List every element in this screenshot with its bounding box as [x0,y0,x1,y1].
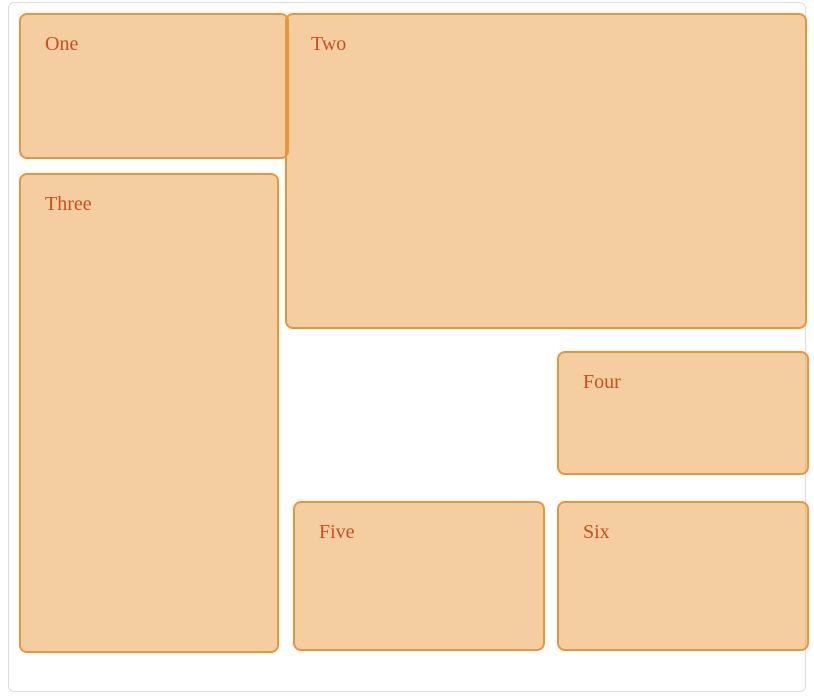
box-four-label: Four [583,371,621,393]
box-five: Five [293,501,545,651]
layout-container: One Two Three Four Five Six [8,2,806,692]
box-three-label: Three [45,193,92,215]
box-four: Four [557,351,809,475]
box-one-label: One [45,33,78,55]
box-three: Three [19,173,279,653]
box-six-label: Six [583,521,610,543]
box-two: Two [285,13,807,329]
box-two-label: Two [311,33,346,55]
box-six: Six [557,501,809,651]
box-five-label: Five [319,521,355,543]
box-one: One [19,13,289,159]
